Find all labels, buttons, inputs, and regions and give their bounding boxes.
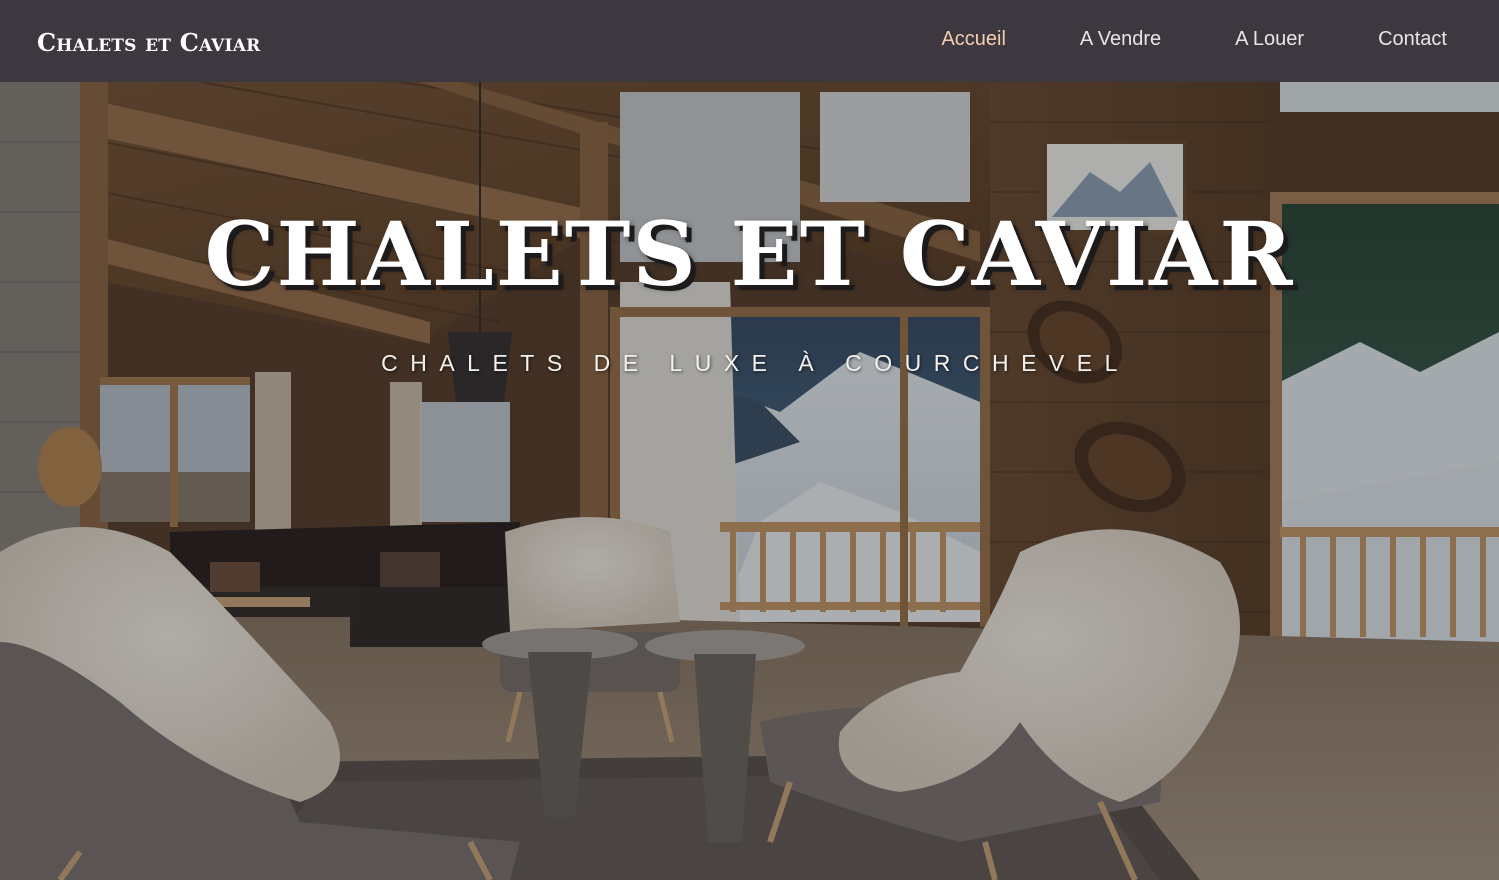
brand-logo[interactable]: Chalets et Caviar: [37, 28, 260, 57]
main-nav: Accueil A Vendre A Louer Contact: [867, 28, 1447, 51]
hero-subtitle: CHALETS DE LUXE À COURCHEVEL: [381, 350, 1130, 376]
nav-link-accueil[interactable]: Accueil: [941, 28, 1005, 51]
nav-link-contact[interactable]: Contact: [1378, 28, 1447, 51]
hero-section: CHALETS ET CAVIAR CHALETS DE LUXE À COUR…: [0, 82, 1499, 880]
nav-link-a-vendre[interactable]: A Vendre: [1080, 28, 1161, 51]
top-navbar: Chalets et Caviar Accueil A Vendre A Lou…: [0, 0, 1499, 82]
brand-name: Chalets et Caviar: [37, 27, 261, 57]
hero-title: CHALETS ET CAVIAR: [204, 202, 1295, 306]
nav-link-a-louer[interactable]: A Louer: [1235, 28, 1304, 51]
